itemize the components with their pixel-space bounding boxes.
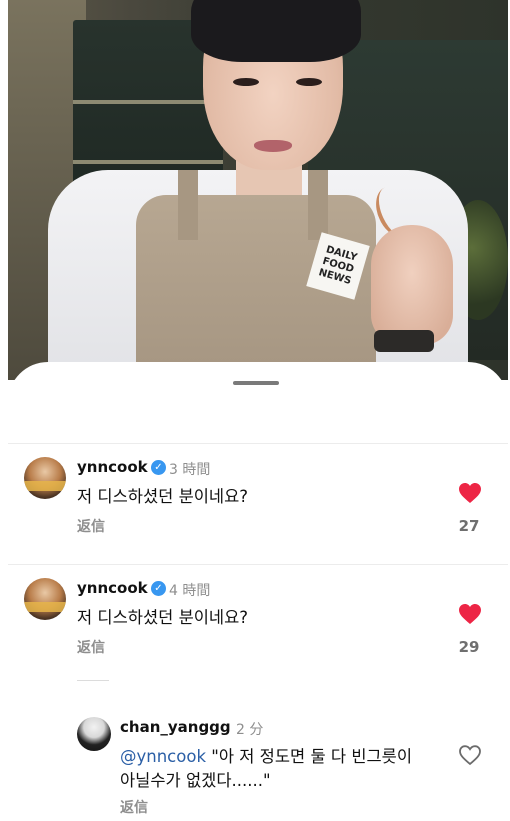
person-hair xyxy=(191,0,361,62)
eye xyxy=(233,78,259,86)
comment-text: 저 디스하셨던 분이네요? xyxy=(77,608,249,627)
reply-text-line2: 아닐수가 없겠다......" xyxy=(120,771,271,790)
heart-icon[interactable] xyxy=(458,482,482,504)
comment-time: 3 時間 xyxy=(169,462,211,478)
video-player[interactable]: DAILY FOOD NEWS xyxy=(8,0,508,380)
shelf-edge xyxy=(73,160,223,164)
reply-button[interactable]: 返信 xyxy=(77,637,105,657)
verified-badge-icon: ✓ xyxy=(151,460,166,475)
mention-link[interactable]: @ynncook xyxy=(120,747,206,766)
replies-thread-line xyxy=(77,680,109,681)
verified-badge-icon: ✓ xyxy=(151,581,166,596)
avatar[interactable] xyxy=(24,457,66,499)
sheet-grabber-handle[interactable] xyxy=(233,381,279,385)
divider xyxy=(8,443,508,444)
heart-icon[interactable] xyxy=(458,603,482,625)
apron-strap xyxy=(308,170,328,240)
reply-time: 2 分 xyxy=(236,722,264,738)
heart-outline-icon[interactable] xyxy=(458,744,482,766)
comment-text: 저 디스하셨던 분이네요? xyxy=(77,487,249,506)
comment-username[interactable]: ynncook xyxy=(77,579,148,597)
apron-strap xyxy=(178,170,198,240)
reply-button[interactable]: 返信 xyxy=(77,516,105,536)
divider xyxy=(8,564,508,565)
person-hand xyxy=(371,225,453,345)
comment-username[interactable]: ynncook xyxy=(77,458,148,476)
reply-text: "아 저 정도면 둘 다 빈그릇이 xyxy=(206,747,413,766)
mouth xyxy=(254,140,292,152)
reply-button[interactable]: 返信 xyxy=(120,797,148,817)
comment-time: 4 時間 xyxy=(169,583,211,599)
eye xyxy=(296,78,322,86)
like-count: 27 xyxy=(458,517,480,535)
shelf-edge xyxy=(73,100,223,104)
reply-username[interactable]: chan_yanggg xyxy=(120,718,231,736)
reply-text-line1: @ynncook "아 저 정도면 둘 다 빈그릇이 xyxy=(120,743,412,767)
like-count: 29 xyxy=(458,638,480,656)
wrist-watch xyxy=(374,330,434,352)
avatar[interactable] xyxy=(77,717,111,751)
avatar[interactable] xyxy=(24,578,66,620)
